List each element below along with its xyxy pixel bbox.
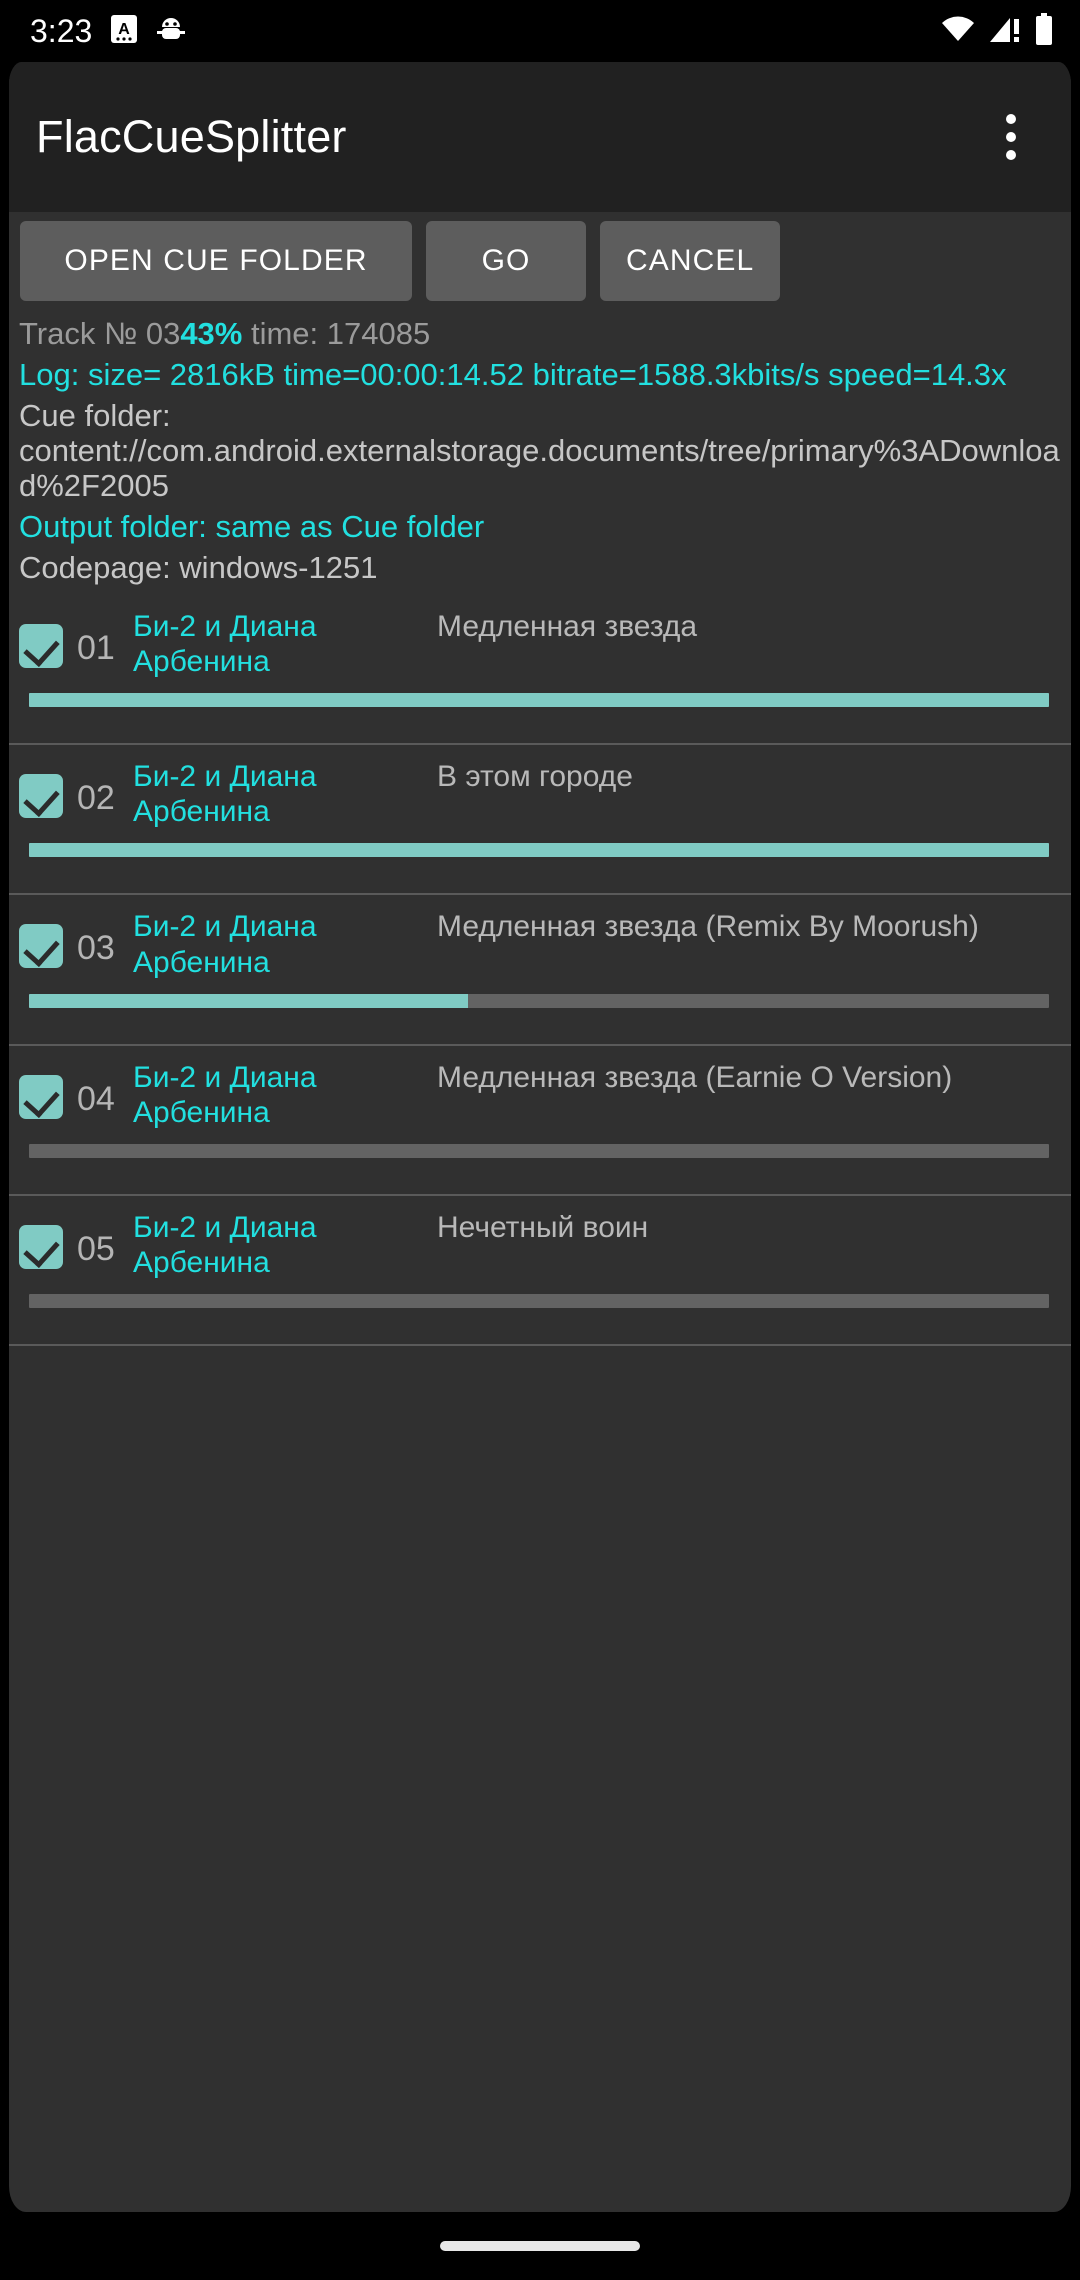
track-title: Нечетный воин <box>437 1210 649 1244</box>
track-list: 01 Би-2 и Диана Арбенина Медленная звезда 0… <box>9 595 1071 1347</box>
track-checkbox[interactable] <box>19 624 63 669</box>
track-progress-fill <box>29 843 1049 858</box>
track-row-main: 02 Би-2 и Диана Арбенина В этом городе <box>19 745 1061 829</box>
status-bar-clock: 3:23 <box>30 13 93 49</box>
track-row[interactable]: 04 Би-2 и Диана Арбенина Медленная звезда … <box>9 1046 1071 1196</box>
track-row-main: 05 Би-2 и Диана Арбенина Нечетный воин <box>19 1196 1061 1280</box>
output-folder-path: Output folder: same as Cue folder <box>19 509 485 545</box>
go-button[interactable]: GO <box>426 221 586 301</box>
phone-screen: 3:23 A FlacCueSplitter OPEN CUE FOLDER G… <box>0 0 1080 2280</box>
track-row-spacer <box>19 857 1061 893</box>
app-window: FlacCueSplitter OPEN CUE FOLDER GO CANCE… <box>0 62 1080 2212</box>
track-progress-fill <box>29 993 468 1008</box>
codepage-label: Codepage: windows-1251 <box>19 550 378 586</box>
track-number-label: Track № 03 <box>19 316 181 351</box>
track-progress-fill <box>29 693 1049 708</box>
track-artist: Би-2 и Диана Арбенина <box>133 1060 317 1129</box>
track-title: Медленная звезда (Earnie O Version) <box>437 1060 953 1094</box>
track-progress-bar <box>29 843 1049 858</box>
track-row[interactable]: 02 Би-2 и Диана Арбенина В этом городе <box>9 745 1071 896</box>
track-number: 01 <box>77 629 115 668</box>
track-progress-wrap <box>19 693 1061 708</box>
track-checkbox[interactable] <box>19 774 63 819</box>
track-title: Медленная звезда <box>437 610 698 644</box>
track-progress-wrap <box>19 993 1061 1008</box>
cellular-signal-warning-icon <box>988 14 1022 49</box>
more-dot <box>1006 132 1016 142</box>
track-row-spacer <box>19 707 1061 743</box>
track-progress-bar <box>29 1143 1049 1158</box>
track-artist: Би-2 и Диана Арбенина <box>133 910 317 979</box>
track-row-main: 04 Би-2 и Диана Арбенина Медленная звезда … <box>19 1046 1061 1130</box>
track-progress-wrap <box>19 1294 1061 1309</box>
track-progress-bar <box>29 693 1049 708</box>
track-checkbox[interactable] <box>19 1074 63 1119</box>
app-bar: FlacCueSplitter <box>9 62 1071 212</box>
track-row-main: 03 Би-2 и Диана Арбенина Медленная звезда … <box>19 895 1061 979</box>
track-progress-bar <box>29 1294 1049 1309</box>
action-button-row: OPEN CUE FOLDER GO CANCEL <box>9 212 1071 310</box>
more-vert-icon[interactable] <box>973 99 1049 175</box>
system-navigation-bar <box>0 2212 1080 2280</box>
track-progress-wrap <box>19 1143 1061 1158</box>
home-gesture-pill[interactable] <box>440 2241 640 2251</box>
track-row[interactable]: 05 Би-2 и Диана Арбенина Нечетный воин <box>9 1196 1071 1347</box>
track-row-spacer <box>19 1158 1061 1194</box>
page-title: FlacCueSplitter <box>36 111 347 162</box>
cue-folder-path: Cue folder: content://com.android.extern… <box>19 398 1060 504</box>
current-track-status: Track № 0343% time: 174085 <box>19 316 1061 351</box>
progress-percent-label: 43% <box>180 316 243 351</box>
status-bar-right-group <box>940 12 1054 50</box>
track-progress-bar <box>29 993 1049 1008</box>
status-info-block: Track № 0343% time: 174085 Log: size= 28… <box>9 310 1071 586</box>
track-row-main: 01 Би-2 и Диана Арбенина Медленная звезда <box>19 595 1061 679</box>
track-number: 04 <box>77 1079 115 1118</box>
track-row-spacer <box>19 1308 1061 1344</box>
system-status-bar: 3:23 A <box>0 0 1080 62</box>
track-progress-wrap <box>19 843 1061 858</box>
more-dot <box>1006 114 1016 124</box>
status-bar-left-group: 3:23 A <box>30 14 186 49</box>
cancel-button[interactable]: CANCEL <box>600 221 781 301</box>
track-number: 02 <box>77 779 115 818</box>
track-row[interactable]: 03 Би-2 и Диана Арбенина Медленная звезда … <box>9 895 1071 1046</box>
track-artist: Би-2 и Диана Арбенина <box>133 760 317 829</box>
open-cue-folder-button[interactable]: OPEN CUE FOLDER <box>20 221 412 301</box>
alarm-a-icon: A <box>110 14 138 49</box>
track-artist: Би-2 и Диана Арбенина <box>133 1210 317 1279</box>
track-number: 05 <box>77 1229 115 1268</box>
track-artist: Би-2 и Диана Арбенина <box>133 610 317 679</box>
track-title: В этом городе <box>437 760 633 794</box>
track-number: 03 <box>77 929 115 968</box>
battery-icon <box>1034 12 1054 50</box>
encoder-log-line: Log: size= 2816kB time=00:00:14.52 bitra… <box>19 357 1007 393</box>
track-checkbox[interactable] <box>19 924 63 969</box>
elapsed-time-label: time: 174085 <box>242 316 431 351</box>
track-row-spacer <box>19 1008 1061 1044</box>
svg-text:A: A <box>119 21 131 38</box>
more-dot <box>1006 150 1016 160</box>
track-row[interactable]: 01 Би-2 и Диана Арбенина Медленная звезда <box>9 595 1071 746</box>
track-title: Медленная звезда (Remix By Moorush) <box>437 910 979 944</box>
track-checkbox[interactable] <box>19 1224 63 1269</box>
wifi-icon <box>940 14 976 49</box>
android-debug-icon <box>156 14 186 49</box>
